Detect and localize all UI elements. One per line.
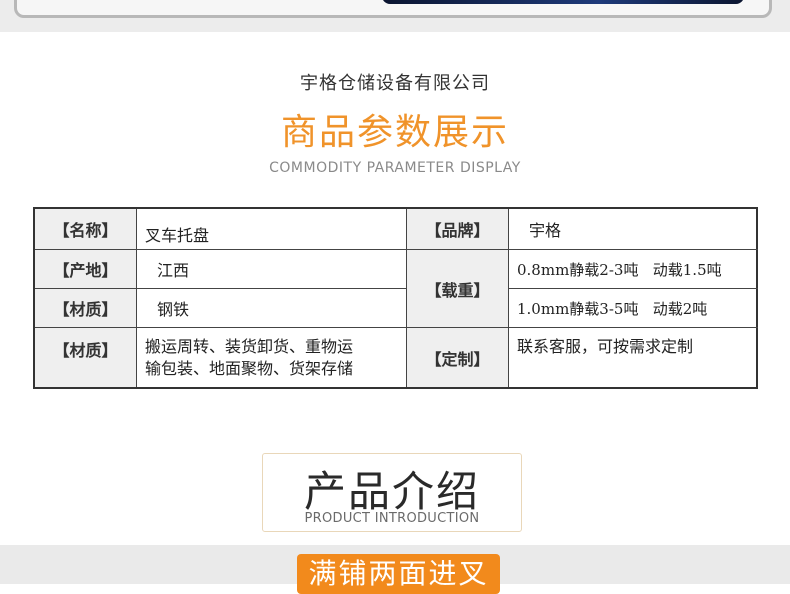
product-intro-title: 产品介绍: [303, 467, 480, 516]
parameter-table: 【名称】 叉车托盘 【品牌】 宇格 【产地】 江西 【载重】 0.8mm静载2-…: [33, 207, 758, 389]
load-value-1: 0.8mm静载2-3吨 动载1.5吨: [509, 250, 758, 289]
brand-label: 【品牌】: [407, 209, 509, 250]
custom-label: 【定制】: [407, 328, 509, 387]
company-name: 宇格仓储设备有限公司: [300, 73, 490, 94]
section-subtitle: COMMODITY PARAMETER DISPLAY: [269, 160, 521, 176]
name-value: 叉车托盘: [137, 209, 407, 250]
name-label: 【名称】: [35, 209, 137, 250]
usage-value: 搬运周转、装货卸货、重物运 输包装、地面聚物、货架存储: [137, 328, 407, 387]
feature-badge: 满铺两面进叉: [297, 554, 500, 594]
usage-value-line-2: 输包装、地面聚物、货架存储: [145, 359, 354, 378]
load-label: 【载重】: [407, 250, 509, 328]
load-value-2: 1.0mm静载3-5吨 动载2吨: [509, 289, 758, 328]
top-banner-strip: [0, 0, 790, 32]
material-value: 钢铁: [137, 289, 407, 328]
product-intro-heading: 产品介绍 PRODUCT INTRODUCTION: [262, 453, 522, 532]
section-title: 商品参数展示: [280, 112, 509, 153]
usage-label: 【材质】: [35, 328, 137, 387]
brand-value: 宇格: [509, 209, 758, 250]
custom-value: 联系客服，可按需求定制: [517, 337, 694, 356]
origin-value: 江西: [137, 250, 407, 289]
top-banner-image: [382, 0, 744, 4]
material-label: 【材质】: [35, 289, 137, 328]
product-intro-subtitle: PRODUCT INTRODUCTION: [304, 511, 480, 526]
origin-label: 【产地】: [35, 250, 137, 289]
usage-value-line-1: 搬运周转、装货卸货、重物运: [145, 337, 354, 356]
